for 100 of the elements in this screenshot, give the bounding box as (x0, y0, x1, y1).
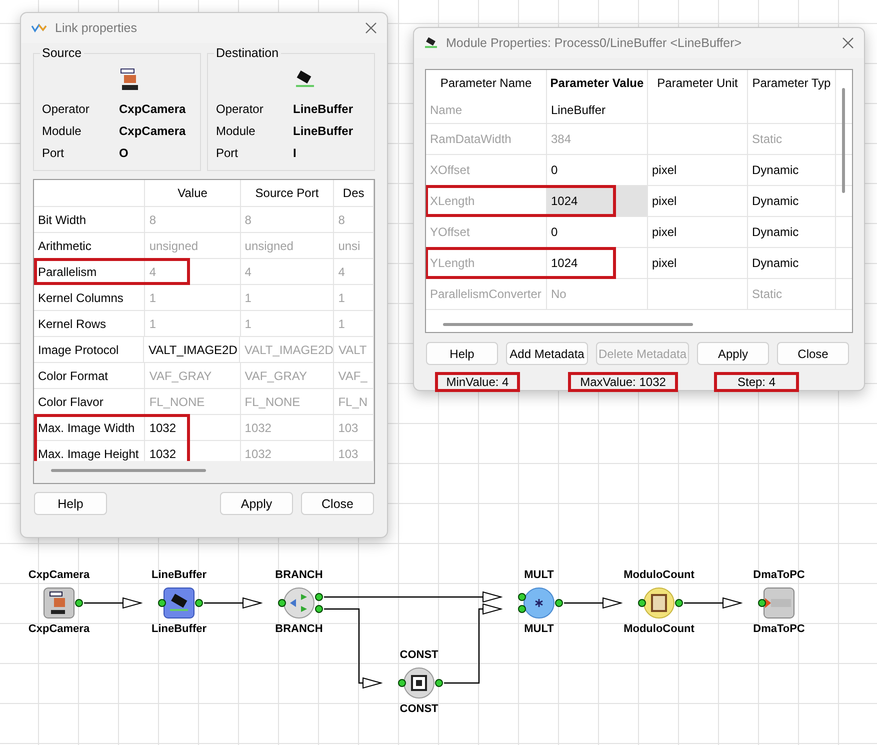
connector-arrow (84, 597, 143, 609)
row-name: Bit Width (34, 207, 146, 232)
scrollbar-thumb[interactable] (443, 323, 693, 326)
connector-arrow (684, 597, 743, 609)
close-icon[interactable] (842, 37, 854, 49)
node-label: ModuloCount (622, 622, 696, 636)
node-label: LineBuffer (150, 568, 208, 582)
table-cell: pixel (648, 186, 748, 216)
node-label: DmaToPC (752, 622, 806, 636)
table-cell: 1 (334, 311, 374, 336)
table-cell: 8 (240, 207, 334, 232)
table-cell: FL_NONE (240, 389, 334, 414)
dialog-button[interactable]: Close (301, 492, 374, 515)
dialog-button[interactable]: Add Metadata (506, 342, 588, 365)
row-name: Arithmetic (34, 233, 146, 258)
connector-arrow (204, 597, 263, 609)
field-label: Operator (42, 102, 90, 116)
table-cell: Static (748, 279, 836, 309)
column-header[interactable]: Parameter Typ (748, 70, 836, 96)
field-label: Operator (216, 102, 264, 116)
field-value: LineBuffer (293, 124, 353, 138)
column-header[interactable]: Parameter Unit (648, 70, 748, 96)
table-cell: 103 (334, 415, 374, 440)
column-header[interactable]: Parameter Value (547, 70, 648, 96)
table-cell: 1032 (145, 415, 241, 440)
table-cell: 1024 (547, 248, 648, 278)
table-cell: VALT_IMAGE2D (144, 337, 240, 362)
branch-node-icon[interactable] (275, 585, 323, 621)
constant-node-icon[interactable] (395, 665, 443, 701)
table-cell: 8 (145, 207, 241, 232)
table-cell: 1032 (240, 415, 334, 440)
status-text: MaxValue: 1032 (568, 372, 678, 392)
row-name: Kernel Columns (34, 285, 146, 310)
field-value: LineBuffer (293, 102, 353, 116)
column-header[interactable]: Source Port (240, 180, 334, 206)
column-header[interactable]: Des (334, 180, 374, 206)
column-header[interactable]: Parameter Name (426, 70, 547, 96)
group-heading: Destination (214, 46, 281, 60)
table-cell: VALT (334, 337, 374, 362)
table-cell: 0 (547, 155, 648, 185)
scrollbar-thumb[interactable] (51, 469, 206, 472)
group-heading: Source (40, 46, 84, 60)
chip-icon (424, 37, 438, 49)
table-cell: 1 (145, 311, 241, 336)
node-label: MULT (523, 622, 555, 636)
status-text: Step: 4 (714, 372, 799, 392)
table-cell: 1 (145, 285, 241, 310)
table-cell: 384 (547, 124, 648, 154)
chip-node-icon[interactable] (155, 585, 203, 621)
row-name: Image Protocol (34, 337, 144, 362)
table-cell: 0 (547, 217, 648, 247)
scrollbar-thumb[interactable] (842, 88, 845, 193)
column-header[interactable]: Value (145, 180, 241, 206)
dialog-button[interactable]: Help (34, 492, 107, 515)
table-cell: unsi (334, 233, 374, 258)
app-logo-icon (31, 23, 47, 33)
table-cell: Static (748, 124, 836, 154)
table-cell: unsigned (240, 233, 334, 258)
node-label: CONST (398, 702, 440, 716)
field-value: O (119, 146, 128, 160)
table-cell: Dynamic (748, 186, 836, 216)
row-name: Kernel Rows (34, 311, 146, 336)
table-cell: VAF_GRAY (145, 363, 241, 388)
table-cell: pixel (648, 217, 748, 247)
abacus-node-icon[interactable] (635, 585, 683, 621)
dialog-button[interactable]: Close (777, 342, 849, 365)
status-text: MinValue: 4 (435, 372, 520, 392)
row-name: YLength (426, 248, 547, 278)
node-label: BRANCH (274, 568, 324, 582)
row-name: RamDataWidth (426, 124, 547, 154)
node-label: ModuloCount (622, 568, 696, 582)
field-label: Port (216, 146, 240, 160)
window-title: Module Properties: Process0/LineBuffer <LineBuffer> (446, 36, 743, 50)
table-cell: VALT_IMAGE2D (240, 337, 334, 362)
table-cell: FL_NONE (145, 389, 241, 414)
node-label: MULT (523, 568, 555, 582)
table-cell: pixel (648, 248, 748, 278)
dialog-button[interactable]: Apply (697, 342, 769, 365)
node-label: CxpCamera (27, 568, 91, 582)
row-name: Color Format (34, 363, 146, 388)
table-cell: 4 (145, 259, 241, 284)
table-cell: VAF_GRAY (240, 363, 334, 388)
table-cell: Dynamic (748, 217, 836, 247)
close-icon[interactable] (365, 22, 377, 34)
row-name: Parallelism (34, 259, 146, 284)
table-cell: VAF_ (334, 363, 374, 388)
multiply-node-icon[interactable] (515, 585, 563, 621)
dialog-button[interactable]: Help (426, 342, 498, 365)
field-label: Module (42, 124, 82, 138)
row-name: Color Flavor (34, 389, 146, 414)
field-value: CxpCamera (119, 102, 186, 116)
dialog-button[interactable]: Apply (220, 492, 293, 515)
node-label: DmaToPC (752, 568, 806, 582)
node-label: BRANCH (274, 622, 324, 636)
row-name: YOffset (426, 217, 547, 247)
node-label: LineBuffer (150, 622, 208, 636)
table-cell: LineBuffer (547, 96, 648, 123)
row-name: XOffset (426, 155, 547, 185)
table-cell: No (547, 279, 648, 309)
table-cell: FL_N (334, 389, 374, 414)
